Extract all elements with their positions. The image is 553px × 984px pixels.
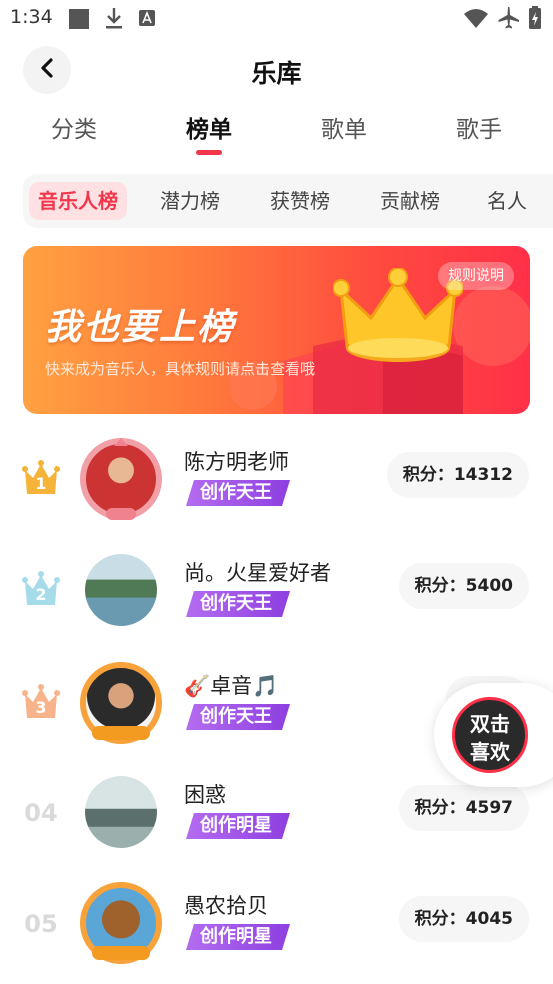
avatar-image	[85, 554, 157, 626]
vip-frame-icon	[80, 438, 162, 520]
status-time: 1:34	[10, 6, 53, 28]
main-tabs: 分类 榜单 歌单 歌手	[0, 110, 553, 160]
join-chart-banner[interactable]: 我也要上榜 快来成为音乐人，具体规则请点击查看哦 规则说明	[23, 246, 530, 414]
status-bar: 1:34	[0, 0, 553, 36]
ranking-row-5[interactable]: 05 愚农拾贝 创作明星 积分：4045	[0, 874, 553, 984]
download-icon	[104, 6, 124, 34]
like-disc: 双击 喜欢	[452, 697, 528, 773]
user-name: 🎸卓音🎵	[184, 674, 279, 698]
wifi-icon	[463, 7, 489, 33]
rank-number: 3	[35, 698, 47, 717]
level-badge: 创作明星	[186, 813, 290, 839]
avatar-image	[85, 776, 157, 848]
like-text-line1: 双击	[470, 712, 510, 736]
tab-active-indicator	[196, 150, 222, 155]
banner-subtitle: 快来成为音乐人，具体规则请点击查看哦	[45, 360, 316, 378]
header: 乐库	[0, 44, 553, 96]
tab-charts-label: 榜单	[186, 117, 232, 143]
popular-musician-frame-icon	[80, 662, 162, 744]
ranking-row-1[interactable]: 1 陈方明老师 创作天王 积分：14312	[0, 430, 553, 540]
subtab-likes[interactable]: 获赞榜	[255, 182, 345, 220]
score-pill: 积分：5400	[398, 563, 529, 609]
subtab-contribution[interactable]: 贡献榜	[365, 182, 455, 220]
avatar[interactable]	[80, 438, 162, 520]
avatar[interactable]	[80, 771, 162, 853]
level-badge: 创作天王	[186, 704, 290, 730]
rules-button[interactable]: 规则说明	[438, 262, 514, 290]
banner-title: 我也要上榜	[45, 307, 236, 348]
level-badge: 创作天王	[186, 591, 290, 617]
level-badge: 创作天王	[186, 480, 290, 506]
level-badge: 创作明星	[186, 924, 290, 950]
rank-number: 1	[35, 474, 47, 493]
page-title: 乐库	[251, 59, 302, 88]
tab-charts[interactable]: 榜单	[159, 110, 259, 155]
chart-type-tabs: 音乐人榜 潜力榜 获赞榜 贡献榜 名人	[23, 174, 553, 228]
score-pill: 积分：4597	[398, 785, 529, 831]
score-pill: 积分：14312	[386, 452, 529, 498]
battery-icon	[528, 6, 542, 34]
like-text-line2: 喜欢	[470, 740, 510, 764]
user-name: 陈方明老师	[184, 450, 289, 474]
user-name: 困惑	[184, 783, 226, 807]
score-pill: 积分：4045	[398, 896, 529, 942]
subtab-potential[interactable]: 潜力榜	[145, 182, 235, 220]
user-name: 尚。火星爱好者	[184, 561, 331, 585]
rank-number: 2	[35, 585, 47, 604]
notification-square-icon	[68, 8, 90, 34]
avatar[interactable]	[80, 662, 162, 744]
rank-number: 05	[24, 910, 58, 938]
user-name: 愚农拾贝	[184, 894, 268, 918]
avatar[interactable]	[80, 549, 162, 631]
rank-number: 04	[24, 799, 58, 827]
like-text: 双击 喜欢	[455, 710, 525, 766]
airplane-icon	[496, 6, 520, 34]
popular-musician-frame-icon	[80, 882, 162, 964]
double-tap-like-widget[interactable]: 双击 喜欢	[434, 683, 553, 787]
avatar[interactable]	[80, 882, 162, 964]
app-a-icon	[138, 9, 156, 31]
subtab-celebrity[interactable]: 名人	[475, 182, 553, 220]
ranking-row-2[interactable]: 2 尚。火星爱好者 创作天王 积分：5400	[0, 541, 553, 651]
tab-category[interactable]: 分类	[24, 110, 124, 144]
subtab-musician[interactable]: 音乐人榜	[29, 182, 127, 220]
tab-playlists[interactable]: 歌单	[294, 110, 394, 144]
tab-singers[interactable]: 歌手	[429, 110, 529, 144]
